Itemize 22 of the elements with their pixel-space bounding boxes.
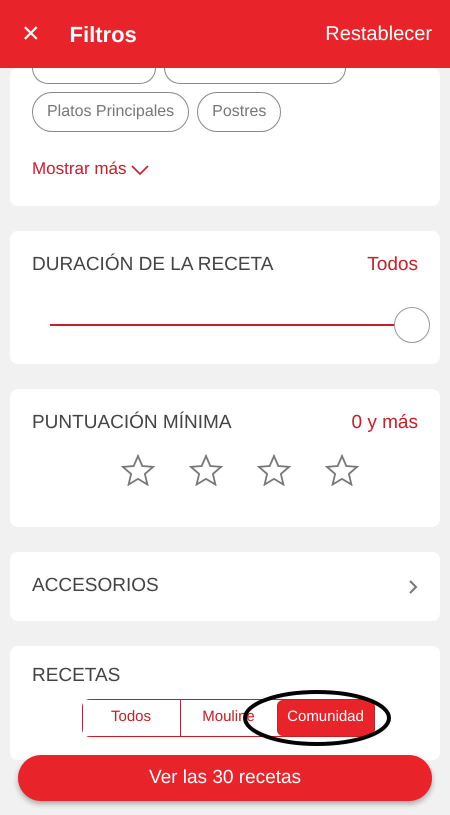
section-title: RECETAS [32, 664, 122, 688]
chevron-down-icon [131, 164, 150, 175]
segment-tab[interactable]: Comunidad [276, 700, 374, 736]
accessories-row[interactable]: ACCESORIOS [10, 552, 440, 621]
show-more-link[interactable]: Mostrar más [32, 159, 150, 178]
star-icon[interactable] [189, 454, 223, 486]
section-title: DURACIÓN DE LA RECETA [32, 252, 274, 277]
show-recipes-button[interactable]: Ver las 30 recetas [18, 755, 432, 801]
star-icon[interactable] [325, 454, 359, 486]
star-icon[interactable] [257, 454, 291, 486]
category-chip[interactable]: Platos Principales [32, 92, 190, 132]
section-title: ACCESORIOS [32, 574, 159, 598]
chevron-right-icon [408, 578, 418, 594]
section-title: PUNTUACIÓN MÍNIMA [32, 410, 232, 435]
close-button[interactable]: × [22, 19, 40, 49]
rating-value: 0 y más [351, 411, 418, 435]
star-icon[interactable] [121, 454, 155, 486]
category-chip[interactable]: Postres [197, 92, 282, 132]
reset-button[interactable]: Restablecer [325, 19, 432, 49]
page-title: Filtros [70, 20, 137, 48]
slider-thumb[interactable] [394, 306, 430, 342]
duration-value: Todos [367, 253, 418, 277]
